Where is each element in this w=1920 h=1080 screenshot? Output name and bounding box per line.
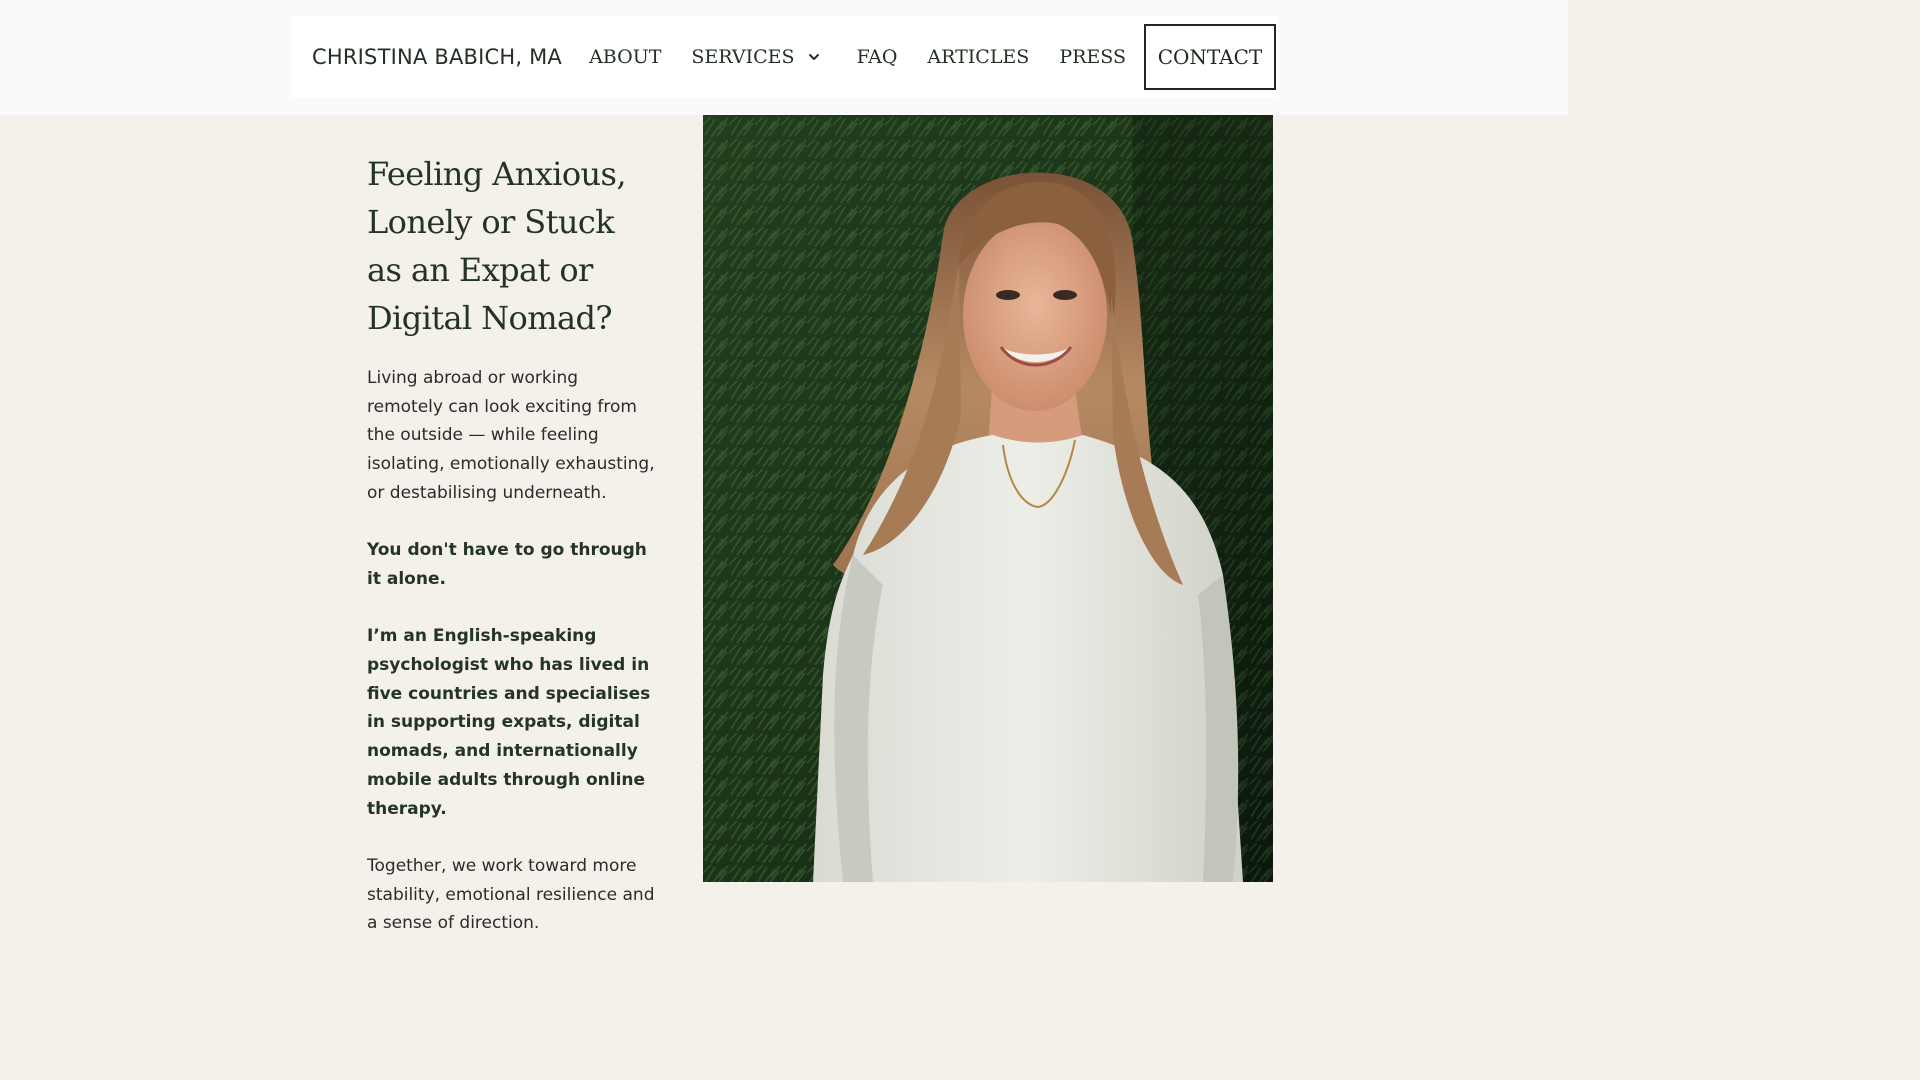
nav-faq[interactable]: FAQ (857, 46, 898, 68)
header-bar: CHRISTINA BABICH, MA ABOUT SERVICES FAQ … (292, 16, 1278, 98)
hero-text: Feeling Anxious, Lonely or Stuck as an E… (367, 150, 657, 967)
site-header: CHRISTINA BABICH, MA ABOUT SERVICES FAQ … (0, 0, 1568, 115)
headline-line: as an Expat or (367, 251, 593, 289)
nav-services[interactable]: SERVICES (691, 46, 820, 68)
portrait-illustration (703, 115, 1273, 882)
headline-line: Lonely or Stuck (367, 203, 615, 241)
site-logo[interactable]: CHRISTINA BABICH, MA (312, 16, 562, 98)
main-nav: ABOUT SERVICES FAQ ARTICLES PRESS CONTAC… (559, 16, 1278, 98)
headline-line: Feeling Anxious, (367, 155, 627, 193)
nav-about[interactable]: ABOUT (589, 46, 661, 68)
hero-intro: Living abroad or working remotely can lo… (367, 368, 655, 503)
hero-emphasis: You don't have to go through it alone. (367, 540, 647, 589)
hero-bio: I’m an English-speaking psychologist who… (367, 626, 651, 819)
nav-services-label: SERVICES (691, 46, 795, 68)
contact-button[interactable]: CONTACT (1144, 24, 1276, 90)
nav-press[interactable]: PRESS (1059, 46, 1126, 68)
portrait-photo (703, 115, 1273, 882)
headline-line: Digital Nomad? (367, 299, 612, 337)
hero-closing: Together, we work toward more stability,… (367, 855, 655, 934)
hero-headline: Feeling Anxious, Lonely or Stuck as an E… (367, 150, 657, 342)
nav-articles[interactable]: ARTICLES (927, 46, 1029, 68)
chevron-down-icon (808, 54, 819, 60)
